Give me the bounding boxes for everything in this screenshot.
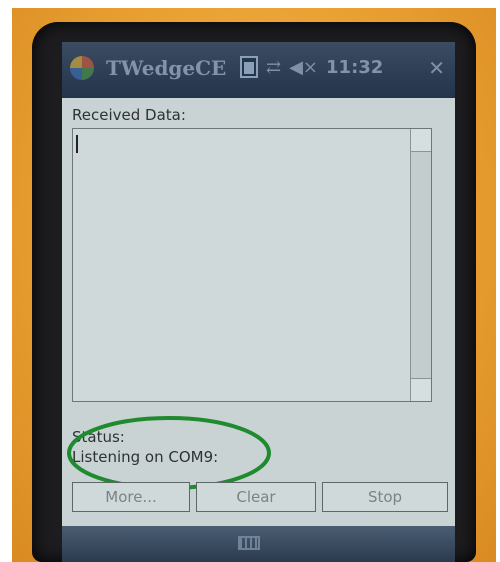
scroll-down-button[interactable]	[411, 378, 431, 401]
received-data-label: Received Data:	[72, 106, 186, 124]
clear-button[interactable]: Clear	[196, 482, 316, 512]
app-title: TWedgeCE	[106, 56, 227, 80]
clock[interactable]: 11:32	[326, 57, 383, 78]
device-bezel: TWedgeCE ⇄ ◀× 11:32 ✕ Received Data: Sta…	[32, 22, 476, 562]
vertical-scrollbar[interactable]	[410, 129, 431, 401]
windows-start-icon[interactable]	[70, 56, 94, 80]
bottom-taskbar	[62, 526, 455, 562]
speaker-mute-icon[interactable]: ◀×	[289, 57, 318, 78]
battery-icon[interactable]	[240, 56, 258, 78]
text-caret	[76, 135, 78, 153]
more-button[interactable]: More...	[72, 482, 190, 512]
device-screen: TWedgeCE ⇄ ◀× 11:32 ✕ Received Data: Sta…	[62, 42, 455, 562]
stop-button[interactable]: Stop	[322, 482, 448, 512]
highlight-ellipse	[67, 416, 271, 490]
device-photo: TWedgeCE ⇄ ◀× 11:32 ✕ Received Data: Sta…	[12, 8, 496, 562]
title-bar: TWedgeCE ⇄ ◀× 11:32 ✕	[62, 42, 455, 98]
keyboard-icon[interactable]	[238, 536, 260, 550]
scroll-up-button[interactable]	[411, 129, 431, 152]
close-icon[interactable]: ✕	[428, 56, 445, 80]
received-data-textarea[interactable]	[72, 128, 432, 402]
status-icons: ⇄ ◀× 11:32	[240, 56, 383, 78]
connectivity-icon[interactable]: ⇄	[266, 57, 281, 78]
